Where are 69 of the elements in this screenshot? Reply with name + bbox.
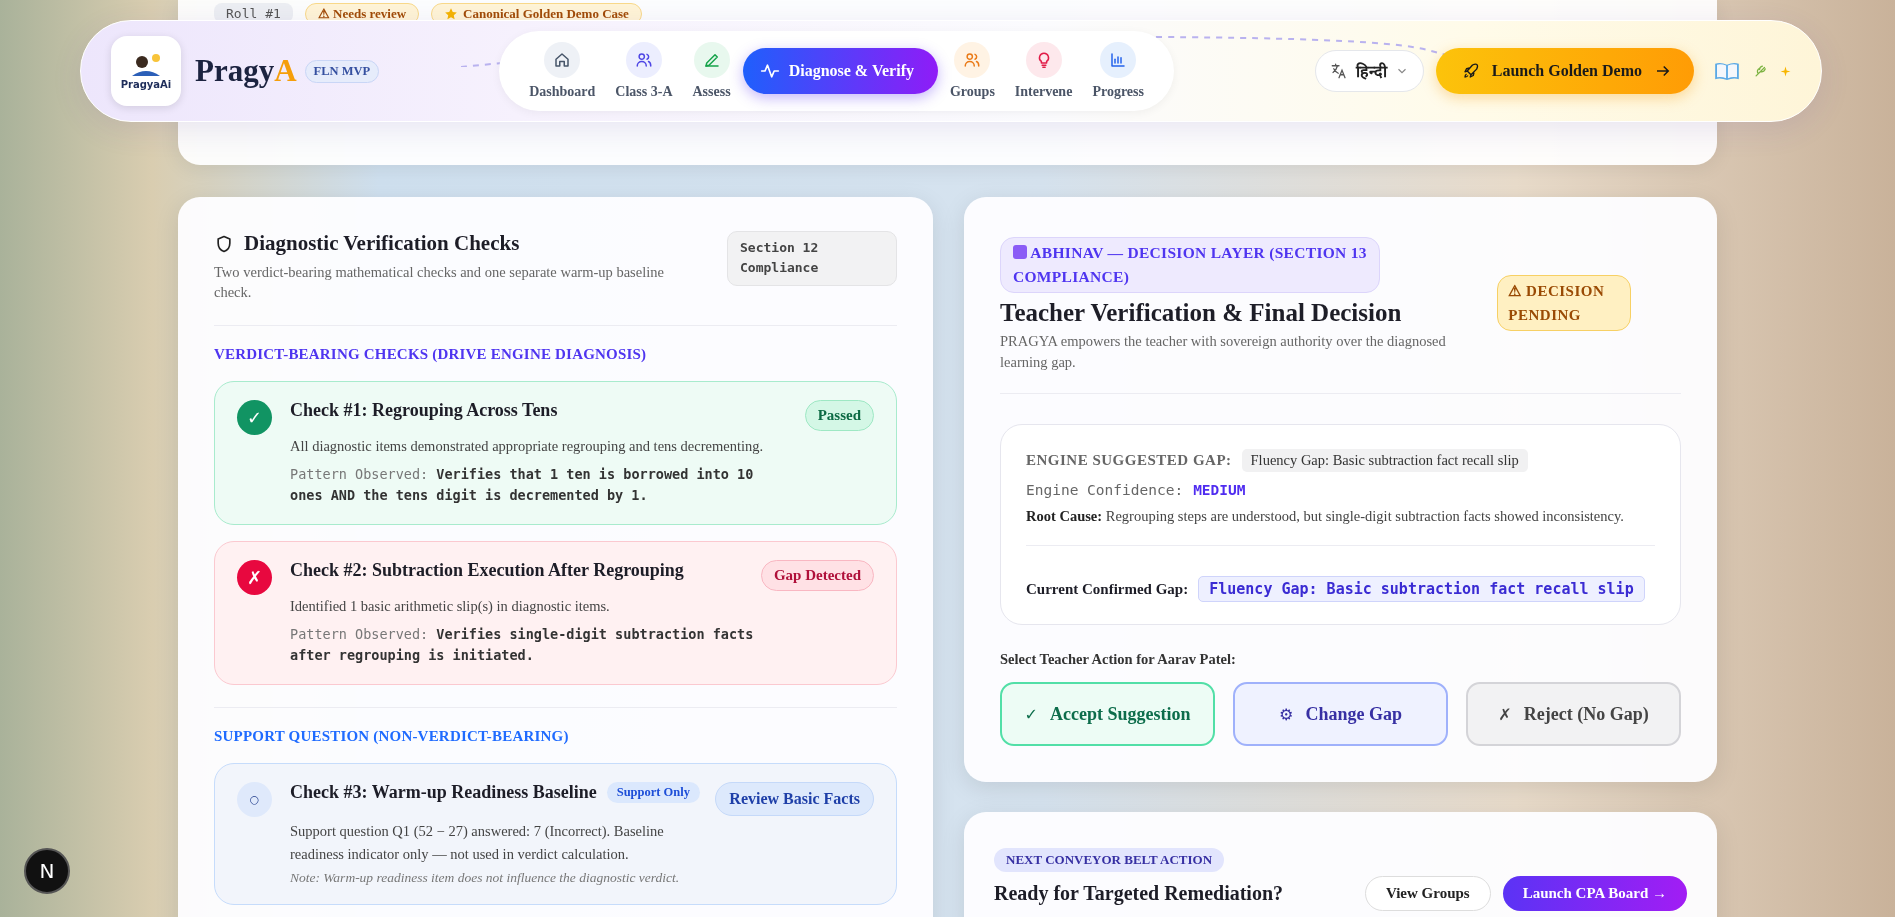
card-subtitle: Two verdict-bearing mathematical checks and one separate warm-up baseline check.: [214, 263, 665, 303]
leaf-icon: [1754, 64, 1768, 78]
card-title: Diagnostic Verification Checks: [244, 231, 520, 256]
nav-tab[interactable]: Groups: [941, 42, 1003, 100]
book-icon: [1714, 61, 1740, 81]
launch-button[interactable]: Launch Golden Demo: [1435, 48, 1694, 94]
check-title: Check #2: Subtraction Execution After Regrouping: [290, 559, 684, 581]
confidence-value: MEDIUM: [1193, 482, 1246, 499]
support-tag: Support Only: [606, 781, 700, 803]
field-label: ENGINE SUGGESTED GAP:: [1026, 452, 1232, 470]
student-badge: Roll #1: [214, 3, 293, 23]
pen-icon: [702, 51, 721, 69]
status-badge: ⚠ DECISION PENDING: [1497, 275, 1631, 331]
section-heading: VERDICT-BEARING CHECKS (DRIVE ENGINE DIAGNOSIS): [214, 345, 648, 363]
status-badge: Gap Detected: [760, 559, 874, 591]
nav-tab[interactable]: Intervene: [1006, 42, 1081, 100]
pattern-text: Pattern Observed: Verifies single-digit subtraction facts after regrouping is initiated.: [290, 624, 755, 665]
field-label: Current Confirmed Gap:: [1026, 580, 1189, 598]
action-button[interactable]: ✓ Accept Suggestion: [1000, 682, 1215, 747]
card-title: Teacher Verification & Final Decision: [1000, 299, 1403, 327]
action-button[interactable]: ⚙ Change Gap: [1233, 682, 1448, 747]
card-title: Ready for Targeted Remediation?: [994, 882, 1284, 906]
language-selector[interactable]: हिन्दी: [1314, 50, 1424, 92]
shield-icon: [214, 233, 234, 254]
next-badge: NEXT CONVEYOR BELT ACTION: [994, 848, 1224, 873]
section-heading: SUPPORT QUESTION (NON-VERDICT-BEARING): [214, 727, 570, 745]
brand-name: PragyA: [195, 53, 297, 89]
pulse-icon: [759, 61, 780, 81]
status-icon: ○: [237, 781, 272, 817]
status-icon: ✗: [237, 559, 272, 595]
nav-tab[interactable]: Diagnose & Verify: [742, 48, 938, 94]
nav-tab[interactable]: Class 3-A: [607, 42, 681, 100]
logo-text: PragyaAi: [120, 79, 172, 90]
confirmed-gap-chip: Fluency Gap: Basic subtraction fact recall slip: [1198, 576, 1645, 603]
action-button[interactable]: ✗ Reject (No Gap): [1466, 682, 1681, 747]
check-note: Note: Warm-up readiness item does not influence the diagnostic verdict.: [290, 870, 681, 887]
status-badge: Passed: [804, 399, 874, 431]
check-title: Check #3: Warm-up Readiness Baseline: [290, 781, 597, 803]
check-description: Support question Q1 (52 − 27) answered: 7 (Incorrect). Baseline readiness indicator only — not used in verdict calculation.: [290, 821, 665, 864]
review-button[interactable]: Review Basic Facts: [715, 781, 874, 816]
dev-badge[interactable]: N: [24, 848, 70, 894]
next-button[interactable]: View Groups: [1364, 876, 1491, 912]
nav-tab[interactable]: Assess: [684, 42, 739, 100]
layer-badge: ABHINAV — DECISION LAYER (SECTION 13 COMPLIANCE): [1000, 237, 1380, 293]
sparkle-icon: [1780, 65, 1791, 77]
check-description: Identified 1 basic arithmetic slip(s) in diagnostic items.: [290, 596, 611, 616]
square-icon: [1013, 245, 1027, 259]
check-description: All diagnostic items demonstrated appropriate regrouping and tens decrementing.: [290, 436, 765, 456]
rocket-icon: [1461, 62, 1480, 80]
next-button[interactable]: Launch CPA Board →: [1502, 876, 1687, 912]
action-prompt: Select Teacher Action for Aarav Patel:: [1000, 651, 1237, 669]
logo-tile[interactable]: PragyaAi: [111, 36, 181, 106]
field-label: Engine Confidence:: [1026, 482, 1184, 499]
users-icon: [634, 51, 653, 69]
nav-tab[interactable]: Dashboard: [521, 42, 604, 100]
users-icon: [963, 51, 982, 69]
status-icon: ✓: [237, 399, 272, 435]
gap-chip: Fluency Gap: Basic subtraction fact recall slip: [1241, 449, 1528, 473]
check-title: Check #1: Regrouping Across Tens: [290, 399, 558, 421]
bar-chart-icon: [1109, 51, 1128, 69]
section-badge: Section 12 Compliance: [727, 231, 897, 286]
pattern-text: Pattern Observed: Verifies that 1 ten is borrowed into 10 ones AND the tens digit is decremented by 1.: [290, 464, 755, 505]
card-subtitle: PRAGYA empowers the teacher with sovereign authority over the diagnosed learning gap.: [1000, 332, 1447, 372]
home-icon: [553, 51, 572, 69]
version-badge: FLN MVP: [304, 59, 380, 83]
translate-icon: [1329, 62, 1348, 80]
root-cause-text: Root Cause: Regrouping steps are understood, but single-digit subtraction facts showed inconsistency.: [1026, 508, 1625, 526]
star-icon: [444, 7, 459, 21]
nav-tab[interactable]: Progress: [1084, 42, 1152, 100]
